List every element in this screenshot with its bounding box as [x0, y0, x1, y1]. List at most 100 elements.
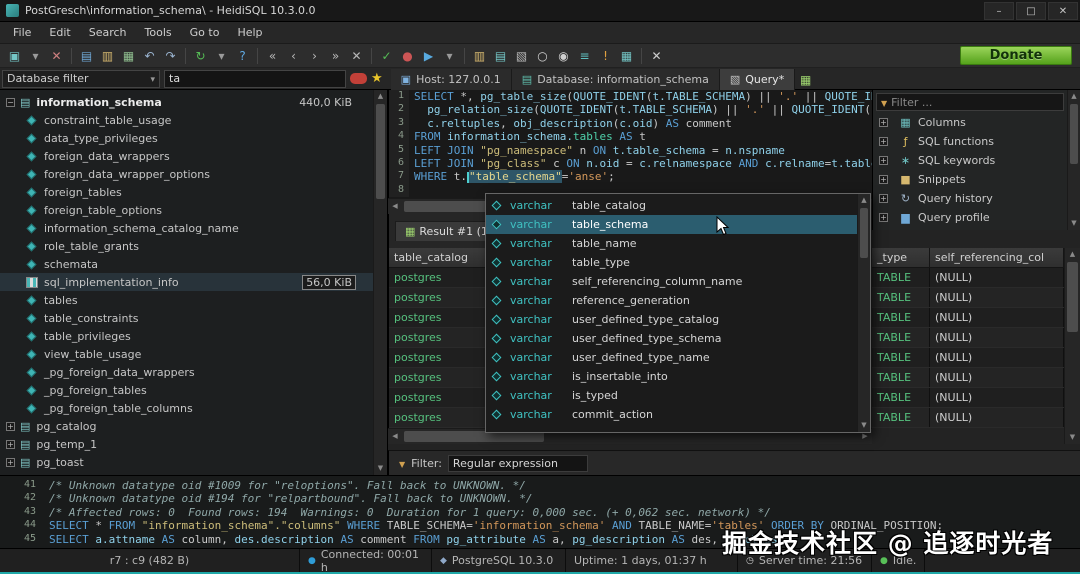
autocomplete-item-is_typed[interactable]: varcharis_typed: [486, 386, 870, 405]
helper-item-columns[interactable]: +▦Columns: [873, 113, 1080, 132]
nav-last-icon[interactable]: »: [325, 46, 346, 66]
redo-icon[interactable]: ↷: [160, 46, 181, 66]
copy-icon[interactable]: ▦: [118, 46, 139, 66]
tree-item-sql_implementation_info[interactable]: sql_implementation_info56,0 KiB: [0, 273, 374, 291]
find-icon[interactable]: ○: [532, 46, 553, 66]
column-header-self_referencing_col[interactable]: self_referencing_col: [930, 248, 1064, 268]
helpers-filter-input[interactable]: [891, 96, 1059, 109]
refresh-caret-icon[interactable]: ▾: [211, 46, 232, 66]
table-row[interactable]: postgres: [389, 348, 488, 368]
menu-item-search[interactable]: Search: [80, 24, 136, 42]
expander-plus-icon[interactable]: +: [879, 156, 888, 165]
tree-item-tables[interactable]: tables: [0, 291, 374, 309]
scroll-down-icon[interactable]: [1065, 431, 1080, 444]
refresh-icon[interactable]: ↻: [190, 46, 211, 66]
open-file-icon[interactable]: ▥: [97, 46, 118, 66]
expander-plus-icon[interactable]: +: [6, 458, 15, 467]
session-manager-icon[interactable]: ▣: [4, 46, 25, 66]
menu-item-go-to[interactable]: Go to: [181, 24, 229, 42]
helper-item-functions[interactable]: +ƒSQL functions: [873, 132, 1080, 151]
autocomplete-item-is_insertable_into[interactable]: varcharis_insertable_into: [486, 367, 870, 386]
tree-item-_pg_foreign_tables[interactable]: _pg_foreign_tables: [0, 381, 374, 399]
tab-database[interactable]: ▤Database: information_schema: [512, 69, 720, 90]
column-header-table-catalog[interactable]: table_catalog: [389, 248, 489, 268]
helpers-filter-box[interactable]: [876, 93, 1064, 111]
helper-item-profile[interactable]: +▆Query profile: [873, 208, 1080, 227]
autocomplete-item-self_referencing_column_name[interactable]: varcharself_referencing_column_name: [486, 272, 870, 291]
tree-item-information_schema_catalog_name[interactable]: information_schema_catalog_name: [0, 219, 374, 237]
tree-item-constraint_table_usage[interactable]: constraint_table_usage: [0, 111, 374, 129]
column-header-type[interactable]: _type: [872, 248, 930, 268]
tree-item-information_schema[interactable]: −▤information_schema440,0 KiB: [0, 93, 374, 111]
scroll-down-icon[interactable]: [1068, 217, 1080, 230]
autocomplete-scrollbar[interactable]: [857, 194, 870, 432]
expander-plus-icon[interactable]: +: [879, 137, 888, 146]
tree-item-_pg_foreign_data_wrappers[interactable]: _pg_foreign_data_wrappers: [0, 363, 374, 381]
table-tools-icon[interactable]: ▦: [616, 46, 637, 66]
scroll-down-icon[interactable]: [374, 462, 387, 475]
undo-icon[interactable]: ↶: [139, 46, 160, 66]
menu-item-help[interactable]: Help: [228, 24, 271, 42]
expander-plus-icon[interactable]: +: [6, 440, 15, 449]
scroll-up-icon[interactable]: [374, 90, 387, 103]
expander-plus-icon[interactable]: +: [879, 194, 888, 203]
cancel-icon[interactable]: ✕: [346, 46, 367, 66]
helpers-scrollbar[interactable]: [1067, 90, 1080, 230]
close-query-icon[interactable]: ✕: [646, 46, 667, 66]
database-filter-combo[interactable]: Database filter: [2, 70, 160, 88]
scroll-down-icon[interactable]: [858, 419, 870, 432]
scroll-thumb[interactable]: [1070, 104, 1078, 164]
expander-minus-icon[interactable]: −: [6, 98, 15, 107]
table-row[interactable]: postgres: [389, 368, 488, 388]
tree-item-schemata[interactable]: schemata: [0, 255, 374, 273]
tree-item-foreign_tables[interactable]: foreign_tables: [0, 183, 374, 201]
autocomplete-item-user_defined_type_catalog[interactable]: varcharuser_defined_type_catalog: [486, 310, 870, 329]
alarm-icon[interactable]: !: [595, 46, 616, 66]
tree-item-table_privileges[interactable]: table_privileges: [0, 327, 374, 345]
table-row[interactable]: postgres: [389, 268, 488, 288]
scroll-thumb[interactable]: [1067, 262, 1078, 332]
disconnect-icon[interactable]: ✕: [46, 46, 67, 66]
tree-item-foreign_table_options[interactable]: foreign_table_options: [0, 201, 374, 219]
menu-item-file[interactable]: File: [4, 24, 40, 42]
new-query-tab-button[interactable]: ▦: [795, 70, 816, 90]
save-results-icon[interactable]: ▤: [490, 46, 511, 66]
helper-item-snippets[interactable]: +■Snippets: [873, 170, 1080, 189]
tree-item-_pg_foreign_table_columns[interactable]: _pg_foreign_table_columns: [0, 399, 374, 417]
expander-plus-icon[interactable]: +: [879, 213, 888, 222]
scroll-up-icon[interactable]: [1068, 90, 1080, 103]
scroll-up-icon[interactable]: [1065, 248, 1080, 261]
autocomplete-item-commit_action[interactable]: varcharcommit_action: [486, 405, 870, 424]
autocomplete-item-table_schema[interactable]: varchartable_schema: [486, 215, 870, 234]
table-row[interactable]: postgres: [389, 308, 488, 328]
autocomplete-item-user_defined_type_name[interactable]: varcharuser_defined_type_name: [486, 348, 870, 367]
stop-icon[interactable]: ●: [397, 46, 418, 66]
table-row[interactable]: TABLE(NULL): [872, 328, 1064, 348]
nav-prev-icon[interactable]: ‹: [283, 46, 304, 66]
tree-item-foreign_data_wrapper_options[interactable]: foreign_data_wrapper_options: [0, 165, 374, 183]
helper-item-keywords[interactable]: +∗SQL keywords: [873, 151, 1080, 170]
donate-button[interactable]: Donate: [960, 46, 1072, 65]
tab-host[interactable]: ▣Host: 127.0.0.1: [391, 69, 512, 90]
scroll-left-icon[interactable]: [388, 199, 402, 214]
tree-item-view_table_usage[interactable]: view_table_usage: [0, 345, 374, 363]
expander-plus-icon[interactable]: +: [879, 175, 888, 184]
minimize-button[interactable]: –: [984, 2, 1014, 20]
autocomplete-item-reference_generation[interactable]: varcharreference_generation: [486, 291, 870, 310]
table-row[interactable]: TABLE(NULL): [872, 268, 1064, 288]
run-query-icon[interactable]: ▶: [418, 46, 439, 66]
table-row[interactable]: TABLE(NULL): [872, 288, 1064, 308]
helper-item-history[interactable]: +↻Query history: [873, 189, 1080, 208]
tab-query[interactable]: ▧Query*: [720, 69, 795, 90]
table-row[interactable]: TABLE(NULL): [872, 388, 1064, 408]
table-row[interactable]: TABLE(NULL): [872, 308, 1064, 328]
replace-icon[interactable]: ◉: [553, 46, 574, 66]
nav-first-icon[interactable]: «: [262, 46, 283, 66]
autocomplete-item-user_defined_type_schema[interactable]: varcharuser_defined_type_schema: [486, 329, 870, 348]
close-button[interactable]: ✕: [1048, 2, 1078, 20]
tree-item-data_type_privileges[interactable]: data_type_privileges: [0, 129, 374, 147]
expander-plus-icon[interactable]: +: [879, 118, 888, 127]
favorites-star-icon[interactable]: [371, 71, 383, 86]
tree-item-pg_catalog[interactable]: +▤pg_catalog: [0, 417, 374, 435]
scroll-thumb[interactable]: [860, 208, 868, 258]
